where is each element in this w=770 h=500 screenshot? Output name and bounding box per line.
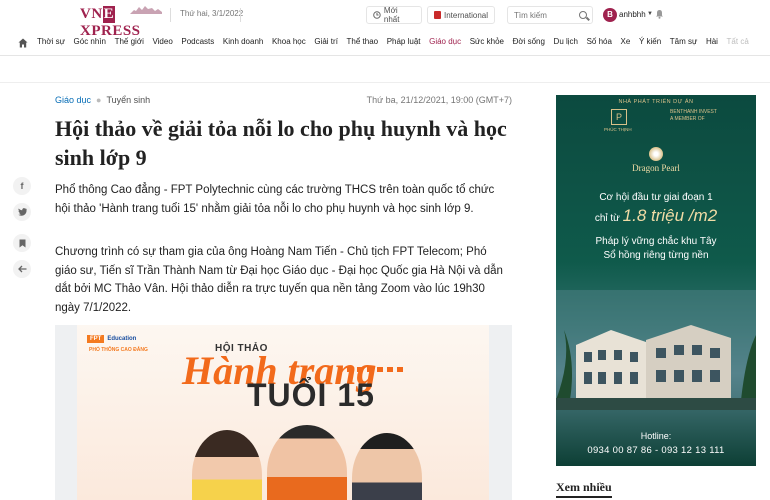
fpt-brand: FPT [87, 335, 105, 343]
divider [240, 8, 241, 22]
fpt-brand-sub: Education [107, 336, 137, 342]
nav-item[interactable]: Số hóa [587, 37, 612, 46]
article-title: Hội thảo về giải tỏa nỗi lo cho phụ huyn… [55, 116, 507, 170]
ad-hotline-label: Hotline: [640, 431, 672, 441]
speaker-photo [352, 433, 422, 500]
nav-item[interactable]: Pháp luật [387, 37, 421, 46]
nav-item[interactable]: Xe [621, 37, 631, 46]
fpt-logo: FPT Education [87, 335, 136, 343]
nav-item[interactable]: Tâm sự [670, 37, 698, 46]
publish-date: Thứ ba, 21/12/2021, 19:00 (GMT+7) [366, 95, 512, 105]
nav-items: Thời sự Góc nhìn Thế giới Video Podcasts Kinh… [37, 37, 757, 46]
latest-button[interactable]: Mới nhất [366, 6, 422, 24]
international-icon [434, 11, 441, 19]
dragon-pearl-icon [649, 147, 663, 161]
divider [170, 8, 171, 22]
article-image[interactable]: FPT Education PHỔ THÔNG CAO ĐẲNG HỘI THẢO… [55, 325, 512, 500]
advertisement-banner[interactable]: NHÀ PHÁT TRIỂN DỰ ÁN P PHÚC THỊNH BENTHA… [556, 95, 756, 466]
speaker-photo [267, 425, 347, 500]
bookmark-button[interactable] [13, 234, 31, 252]
nav-item[interactable]: Thế giới [115, 37, 144, 46]
international-label: International [443, 10, 488, 20]
bookmark-icon [19, 239, 25, 247]
chevron-down-icon[interactable]: ▼ [647, 11, 653, 17]
ad-phone-numbers: 0934 00 87 86 - 093 12 13 111 [587, 445, 725, 456]
international-button[interactable]: International [427, 6, 495, 24]
nav-item[interactable]: Podcasts [181, 37, 214, 46]
ad-price-value: 1.8 triệu /m2 [622, 206, 718, 225]
nav-item[interactable]: Góc nhìn [74, 37, 106, 46]
breadcrumb-separator: ● [96, 95, 102, 105]
nav-item[interactable]: Video [152, 37, 172, 46]
event-age: TUỔI 15 [247, 377, 375, 413]
search-placeholder: Tìm kiếm [514, 11, 547, 20]
speaker-photo [192, 430, 262, 500]
phuc-thinh-name: PHÚC THỊNH [604, 127, 632, 132]
twitter-icon [17, 208, 27, 216]
back-icon [17, 265, 26, 273]
nav-item[interactable]: Thể thao [347, 37, 379, 46]
top-bar: VNEXPRESS Thứ hai, 3/1/2022 Mới nhất Int… [0, 0, 770, 39]
project-name: Dragon Pearl [632, 163, 680, 173]
avatar[interactable]: B [603, 8, 617, 22]
search-icon[interactable] [579, 11, 587, 19]
nav-item[interactable]: Khoa học [272, 37, 306, 46]
breadcrumb: Giáo dục ● Tuyển sinh [55, 95, 150, 105]
most-read-heading: Xem nhiều [556, 480, 612, 498]
nav-item[interactable]: Giải trí [314, 37, 338, 46]
breadcrumb-subcategory[interactable]: Tuyển sinh [106, 95, 150, 105]
header-spacer [0, 57, 770, 83]
nav-item[interactable]: Giáo dục [429, 37, 461, 46]
article-lead: Phổ thông Cao đẳng - FPT Polytechnic cùn… [55, 184, 495, 215]
nav-item[interactable]: Ý kiến [639, 37, 661, 46]
divider [0, 82, 770, 83]
bell-icon[interactable] [655, 9, 664, 19]
current-date: Thứ hai, 3/1/2022 [180, 9, 244, 18]
twitter-share-button[interactable] [13, 203, 31, 221]
main-nav: Thời sự Góc nhìn Thế giới Video Podcasts Kinh… [0, 30, 770, 56]
clock-icon [373, 11, 381, 19]
ad-price-prefix: chỉ từ [594, 213, 620, 224]
article-paragraph: Chương trình có sự tham gia của ông Hoàn… [55, 246, 503, 314]
skyline-icon [130, 6, 162, 14]
vnexpress-logo[interactable]: VNEXPRESS [80, 4, 162, 39]
home-icon[interactable] [18, 38, 28, 48]
nav-item[interactable]: Tất cả [727, 37, 749, 46]
latest-label: Mới nhất [383, 6, 400, 24]
nav-item[interactable]: Thời sự [37, 37, 65, 46]
nav-item[interactable]: Đời sống [513, 37, 545, 46]
logo-part-vn: VN [80, 6, 103, 22]
ad-building-illustration [556, 290, 756, 410]
benthanh-name: BENTHANH INVEST [670, 109, 717, 115]
facebook-icon: f [20, 181, 24, 191]
nav-item[interactable]: Du lịch [554, 37, 578, 46]
ad-benefits: Pháp lý vững chắc khu Tây Sổ hồng riêng … [556, 235, 756, 263]
logo-part-e: E [102, 6, 116, 23]
breadcrumb-category[interactable]: Giáo dục [55, 95, 91, 105]
nav-item[interactable]: Hài [706, 37, 718, 46]
ad-benefit-1: Pháp lý vững chắc khu Tây [595, 236, 717, 247]
ad-price: chỉ từ 1.8 triệu /m2 [556, 206, 756, 226]
search-input[interactable]: Tìm kiếm [507, 6, 593, 24]
back-button[interactable] [13, 260, 31, 278]
phuc-thinh-logo: P [611, 109, 627, 125]
event-banner: FPT Education PHỔ THÔNG CAO ĐẲNG HỘI THẢO… [77, 325, 489, 500]
benthanh-sub: A MEMBER OF [670, 116, 705, 122]
ad-developer-label: NHÀ PHÁT TRIỂN DỰ ÁN [618, 99, 694, 105]
nav-item[interactable]: Kinh doanh [223, 37, 263, 46]
school-name: PHỔ THÔNG CAO ĐẲNG [89, 347, 148, 353]
ad-benefit-2: Sổ hồng riêng từng nền [603, 250, 709, 261]
nav-item[interactable]: Sức khỏe [470, 37, 504, 46]
ad-headline: Cơ hội đầu tư giai đoạn 1 [599, 192, 713, 203]
facebook-share-button[interactable]: f [13, 177, 31, 195]
benthanh-logo: BENTHANH INVEST A MEMBER OF [670, 109, 717, 123]
username[interactable]: anhbhh [619, 10, 646, 19]
decorative-stripes [347, 367, 407, 372]
